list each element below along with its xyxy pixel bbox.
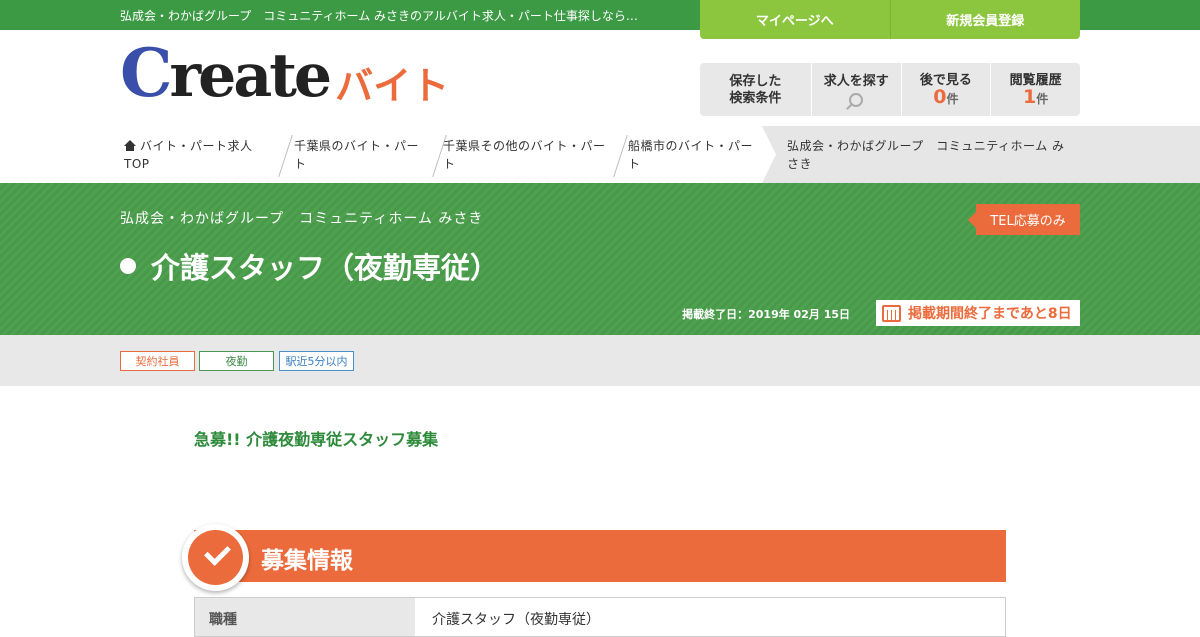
mypage-link[interactable]: マイページへ <box>700 0 890 39</box>
tag-night-shift: 夜勤 <box>199 351 274 371</box>
breadcrumb-item-current: 弘成会・わかばグループ コミュニティホーム みさき <box>787 139 1065 171</box>
top-nav: マイページへ 新規会員登録 <box>700 0 1080 39</box>
history-button[interactable]: 閲覧履歴 1件 <box>990 63 1080 116</box>
tag-bar: 契約社員 夜勤 駅近5分以内 <box>0 335 1200 386</box>
company-name: 弘成会・わかばグループ コミュニティホーム みさき <box>120 211 484 227</box>
row-label: 職種 <box>195 598 415 636</box>
row-value: 介護スタッフ（夜勤専従） <box>432 612 600 628</box>
bullet-icon <box>120 258 136 274</box>
catch-copy: 急募!! 介護夜勤専従スタッフ募集 <box>194 430 439 449</box>
breadcrumb: バイト・パート求人TOP 千葉県のバイト・パート 千葉県その他のバイト・パート … <box>0 126 1200 183</box>
saved-search-button[interactable]: 保存した 検索条件 <box>700 63 811 116</box>
breadcrumb-item-chiba[interactable]: 千葉県のバイト・パート <box>294 137 426 173</box>
days-remaining: 掲載期間終了まであと8日 <box>876 300 1080 326</box>
tag-near-station: 駅近5分以内 <box>279 351 354 371</box>
tel-only-badge: TEL応募のみ <box>968 204 1080 235</box>
calendar-icon <box>882 304 901 322</box>
tag-contract: 契約社員 <box>120 351 195 371</box>
register-link[interactable]: 新規会員登録 <box>889 0 1081 39</box>
site-logo[interactable]: Create バイト <box>120 34 450 112</box>
history-count: 1 <box>1023 85 1037 108</box>
job-hero: 弘成会・わかばグループ コミュニティホーム みさき 介護スタッフ（夜勤専従） T… <box>0 183 1200 335</box>
section-header: 募集情報 <box>194 530 1006 582</box>
logo-baito: バイト <box>335 64 450 108</box>
posting-end-date: 掲載終了日：2019年 02月 15日 <box>682 308 850 321</box>
view-later-button[interactable]: 後で見る 0件 <box>900 63 991 116</box>
breadcrumb-item-top[interactable]: バイト・パート求人TOP <box>124 137 272 173</box>
home-icon <box>124 140 136 151</box>
header-tools: 保存した 検索条件 求人を探す 後で見る 0件 閲覧履歴 1件 <box>700 63 1080 116</box>
section-title: 募集情報 <box>261 548 353 574</box>
find-jobs-button[interactable]: 求人を探す <box>810 63 901 116</box>
logo-wordmark: Create <box>120 34 332 112</box>
site-tagline: 弘成会・わかばグループ コミュニティホーム みさきのアルバイト求人・パート仕事探… <box>120 9 638 23</box>
info-table-row: 職種 介護スタッフ（夜勤専従） <box>194 597 1006 637</box>
check-icon <box>182 524 249 591</box>
job-title: 介護スタッフ（夜勤専従） <box>120 245 499 287</box>
view-later-count: 0 <box>933 85 947 108</box>
search-icon <box>849 92 864 107</box>
breadcrumb-item-chiba-other[interactable]: 千葉県その他のバイト・パート <box>443 137 607 173</box>
breadcrumb-item-funabashi[interactable]: 船橋市のバイト・パート <box>628 137 758 173</box>
